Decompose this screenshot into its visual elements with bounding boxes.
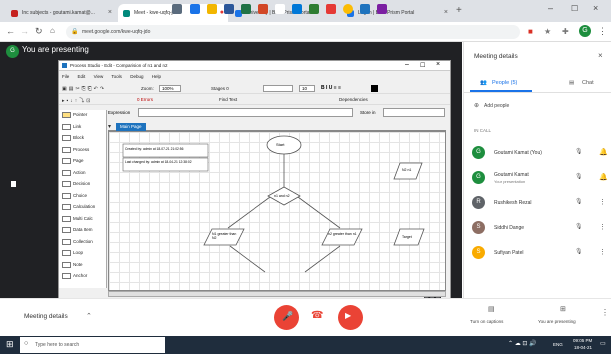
captions-icon: ▤ bbox=[488, 306, 495, 313]
app-icon-purple[interactable] bbox=[377, 4, 387, 14]
camera-toggle-button[interactable]: ▶ bbox=[338, 305, 363, 330]
pin-icon[interactable]: 🔔 bbox=[599, 148, 608, 156]
right-box-1-label: N2 n1 bbox=[402, 168, 412, 172]
panel-divider bbox=[463, 92, 611, 93]
task-view-icon[interactable] bbox=[172, 4, 182, 14]
word-icon[interactable] bbox=[224, 4, 234, 14]
more-options-icon[interactable]: ⋮ bbox=[601, 308, 609, 317]
people-tab-icon: 👥 bbox=[480, 80, 487, 86]
right-box-2-label: Target bbox=[402, 235, 412, 239]
participant-avatar: S bbox=[472, 246, 485, 259]
decision-label: n1 and n2 bbox=[274, 194, 290, 198]
participant-menu-icon[interactable]: ⋮ bbox=[599, 248, 606, 256]
powerpoint-icon[interactable] bbox=[258, 4, 268, 14]
pin-icon[interactable]: 🔔 bbox=[599, 173, 608, 181]
participant-avatar: R bbox=[472, 196, 485, 209]
search-placeholder: Type here to search bbox=[35, 342, 80, 348]
participant-subtitle: Your presentation bbox=[494, 179, 526, 184]
search-icon: ○ bbox=[24, 340, 29, 347]
note-modified-text: Last changed by: admin at 18-04-21 12:38… bbox=[125, 160, 192, 164]
mic-muted-icon[interactable]: 🎙 bbox=[575, 198, 583, 205]
app-icon-green[interactable] bbox=[309, 4, 319, 14]
participant-name: Goutami Kamat bbox=[494, 172, 529, 178]
link-left-end bbox=[229, 245, 266, 273]
paint-icon[interactable] bbox=[275, 4, 285, 14]
meeting-details-button[interactable]: Meeting details bbox=[24, 313, 68, 320]
right-branch-label: n2 greater than n1 bbox=[328, 232, 357, 236]
present-icon: ⊞ bbox=[560, 306, 566, 313]
link-decision-right bbox=[297, 196, 341, 229]
chrome-icon[interactable] bbox=[343, 4, 353, 14]
mic-muted-icon[interactable]: 🎙 bbox=[575, 173, 583, 180]
mail-app-icon[interactable] bbox=[190, 4, 200, 14]
edge-icon[interactable] bbox=[292, 4, 302, 14]
start-label: Start bbox=[276, 142, 285, 147]
camera-off-icon: ▶ bbox=[345, 311, 352, 320]
taskbar-search-box[interactable]: ○ Type here to search bbox=[20, 337, 165, 353]
windows-start-icon[interactable]: ⊞ bbox=[6, 339, 14, 350]
captions-button[interactable]: Turn on captions bbox=[470, 319, 503, 324]
participant-name: Rushikesh Rezal bbox=[494, 200, 532, 206]
mic-off-icon: 🎤 bbox=[282, 311, 294, 321]
in-call-label: IN CALL bbox=[474, 128, 492, 133]
mic-muted-icon[interactable]: 🎙 bbox=[575, 223, 583, 230]
participant-avatar: G bbox=[472, 171, 485, 184]
notification-icon[interactable]: ▭ bbox=[600, 340, 606, 347]
tab-chat[interactable]: Chat bbox=[582, 80, 594, 86]
link-right-end bbox=[304, 245, 341, 273]
link-decision-left bbox=[227, 196, 271, 229]
app-icon-red[interactable] bbox=[326, 4, 336, 14]
leave-call-icon[interactable]: ☎ bbox=[311, 310, 323, 321]
horizontal-scrollbar[interactable] bbox=[108, 291, 446, 297]
participant-menu-icon[interactable]: ⋮ bbox=[599, 198, 606, 206]
panel-title: Meeting details bbox=[474, 53, 518, 60]
presenting-button[interactable]: You are presenting bbox=[538, 319, 576, 324]
participant-name: Goutami Kamat (You) bbox=[494, 150, 542, 156]
file-explorer-icon[interactable] bbox=[207, 4, 217, 14]
participant-avatar: S bbox=[472, 221, 485, 234]
participant-avatar: G bbox=[472, 146, 485, 159]
panel-close-icon[interactable]: × bbox=[598, 51, 603, 60]
tab-people[interactable]: People (5) bbox=[492, 80, 517, 86]
add-person-icon: ⊕ bbox=[474, 103, 480, 109]
lang-indicator[interactable]: ENG bbox=[553, 342, 563, 347]
mic-muted-icon[interactable]: 🎙 bbox=[575, 148, 583, 155]
clock-date[interactable]: 18-04-21 bbox=[574, 345, 592, 350]
note-created-text: Created by: admin at 18-07-21 21:02:56 bbox=[125, 147, 184, 151]
mic-muted-icon[interactable]: 🎙 bbox=[575, 248, 583, 255]
participant-name: Siddhi Dange bbox=[494, 225, 525, 231]
excel-icon[interactable] bbox=[241, 4, 251, 14]
blue-prism-taskbar-icon[interactable] bbox=[360, 4, 370, 14]
chevron-up-icon: ⌃ bbox=[86, 313, 92, 320]
add-people-button[interactable]: Add people bbox=[484, 103, 509, 109]
clock-time[interactable]: 09:05 PM bbox=[573, 338, 592, 343]
participant-menu-icon[interactable]: ⋮ bbox=[599, 223, 606, 231]
chat-tab-icon: ▤ bbox=[569, 80, 575, 86]
tray-icons[interactable]: ⌃ ☁ ⊡ 🔊 bbox=[508, 340, 537, 347]
participant-name: Sufiyan Patel bbox=[494, 250, 524, 256]
mic-toggle-button[interactable]: 🎤 bbox=[274, 305, 299, 330]
left-branch-label: N1 greater than N2 bbox=[212, 232, 237, 240]
